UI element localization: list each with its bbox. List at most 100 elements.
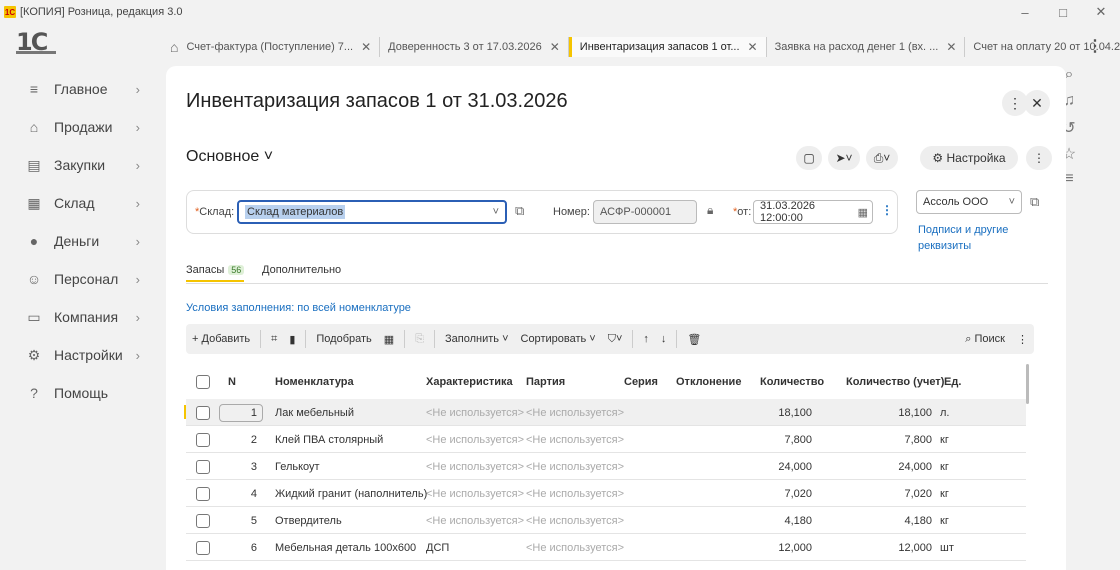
row-checkbox[interactable] <box>196 540 210 555</box>
more-icon[interactable]: ⋮ <box>881 203 893 217</box>
close-icon[interactable]: ✕ <box>748 40 758 54</box>
table-row[interactable]: 2 Клей ПВА столярный <Не используется> <… <box>186 426 1026 453</box>
table-row[interactable]: 5 Отвердитель <Не используется> <Не испо… <box>186 507 1026 534</box>
tab-expense-request[interactable]: Заявка на расход денег 1 (вх. ... ✕ <box>767 37 966 57</box>
tab-power-of-attorney[interactable]: Доверенность 3 от 17.03.2026 ✕ <box>380 37 569 57</box>
sort-button[interactable]: Сортировать ˅ <box>515 333 602 345</box>
cell-item[interactable]: Мебельная деталь 100х600 <box>275 534 416 561</box>
cell-item[interactable]: Лак мебельный <box>275 399 354 426</box>
chevron-down-icon[interactable]: ˅ <box>1009 196 1015 208</box>
close-icon[interactable]: ✕ <box>361 40 371 54</box>
cell-unit[interactable]: кг <box>940 453 949 480</box>
table-row[interactable]: 1 Лак мебельный <Не используется> <Не ис… <box>184 399 1026 426</box>
document-icon[interactable]: ▢ <box>796 146 822 170</box>
cell-qty[interactable]: 7,020 <box>746 480 812 507</box>
cell-unit[interactable]: л. <box>940 399 949 426</box>
minimize-button[interactable]: – <box>1006 0 1044 24</box>
send-icon[interactable]: ➤˅ <box>828 146 860 170</box>
row-checkbox[interactable] <box>196 405 210 420</box>
sidebar-item-personnel[interactable]: ☺ Персонал › <box>0 260 160 298</box>
col-series[interactable]: Серия <box>624 368 658 395</box>
row-number[interactable]: 6 <box>219 534 263 561</box>
barcode-icon[interactable]: ⌗ <box>265 333 283 346</box>
cell-unit[interactable]: кг <box>940 426 949 453</box>
scan-icon[interactable]: ▮ <box>283 333 301 346</box>
col-qty[interactable]: Количество <box>760 368 824 395</box>
fill-button[interactable]: Заполнить ˅ <box>439 333 515 345</box>
cell-qty-acc[interactable]: 24,000 <box>866 453 932 480</box>
tab-invoice[interactable]: Счет-фактура (Поступление) 7... ✕ <box>178 37 381 57</box>
section-title[interactable]: Основное ˅ <box>186 148 273 166</box>
row-number[interactable]: 1 <box>219 403 263 422</box>
cell-item[interactable]: Гелькоут <box>275 453 320 480</box>
pick-button[interactable]: Подобрать <box>310 333 377 345</box>
sidebar-item-help[interactable]: ? Помощь <box>0 374 160 412</box>
chevron-down-icon[interactable]: ˅ <box>493 206 499 218</box>
row-checkbox[interactable] <box>196 459 210 474</box>
row-checkbox[interactable] <box>196 513 210 528</box>
search-button[interactable]: ⌕ Поиск <box>959 333 1011 346</box>
cell-item[interactable]: Клей ПВА столярный <box>275 426 383 453</box>
cell-item[interactable]: Жидкий гранит (наполнитель) <box>275 480 427 507</box>
cell-characteristic[interactable]: <Не используется> <box>426 480 524 507</box>
col-deviation[interactable]: Отклонение <box>676 368 741 395</box>
row-checkbox[interactable] <box>196 486 210 501</box>
row-number[interactable]: 4 <box>219 480 263 507</box>
close-icon[interactable]: ✕ <box>550 40 560 54</box>
cell-qty-acc[interactable]: 12,000 <box>866 534 932 561</box>
lock-icon[interactable]: 🔒︎ <box>707 203 713 218</box>
maximize-button[interactable]: □ <box>1044 0 1082 24</box>
settings-button[interactable]: ⚙ Настройка <box>920 146 1018 170</box>
organization-field[interactable]: Ассоль ООО ˅ <box>916 190 1022 214</box>
cell-characteristic[interactable]: <Не используется> <box>426 507 524 534</box>
sidebar-item-warehouse[interactable]: ▦ Склад › <box>0 184 160 222</box>
open-icon[interactable]: ⧉ <box>515 203 524 219</box>
cell-qty-acc[interactable]: 4,180 <box>866 507 932 534</box>
sidebar-item-sales[interactable]: ⌂ Продажи › <box>0 108 160 146</box>
tab-stock[interactable]: Запасы 56 <box>186 264 245 282</box>
more-icon[interactable]: ⋮ <box>1011 333 1034 346</box>
cell-characteristic[interactable]: <Не используется> <box>426 426 524 453</box>
row-checkbox[interactable] <box>196 432 210 447</box>
row-number[interactable]: 3 <box>219 453 263 480</box>
open-icon[interactable]: ⧉ <box>1030 194 1039 210</box>
number-field[interactable]: АСФР-000001 <box>593 200 697 224</box>
more-icon[interactable]: ⋮ <box>1087 36 1103 56</box>
copy-icon[interactable]: ⎘ <box>409 333 430 346</box>
arrow-down-icon[interactable]: ↓ <box>655 333 673 345</box>
col-n[interactable]: N <box>228 368 236 395</box>
date-field[interactable]: 31.03.2026 12:00:00 ▦ <box>753 200 873 224</box>
cell-batch[interactable]: <Не используется> <box>526 453 624 480</box>
close-window-button[interactable]: ✕ <box>1082 0 1120 24</box>
sidebar-item-money[interactable]: ● Деньги › <box>0 222 160 260</box>
cell-batch[interactable]: <Не используется> <box>526 507 624 534</box>
cell-batch[interactable]: <Не используется> <box>526 480 624 507</box>
table-row[interactable]: 3 Гелькоут <Не используется> <Не использ… <box>186 453 1026 480</box>
warehouse-field[interactable]: Склад материалов ˅ <box>237 200 507 224</box>
filter-icon[interactable]: ⛉˅ <box>602 333 629 346</box>
cell-qty[interactable]: 7,800 <box>746 426 812 453</box>
cell-characteristic[interactable]: <Не используется> <box>426 399 524 426</box>
calendar-icon[interactable]: ▦ <box>858 206 868 219</box>
sidebar-item-settings[interactable]: ⚙ Настройки › <box>0 336 160 374</box>
cell-qty[interactable]: 24,000 <box>746 453 812 480</box>
cell-qty-acc[interactable]: 7,020 <box>866 480 932 507</box>
tab-additional[interactable]: Дополнительно <box>262 264 341 276</box>
add-button[interactable]: + Добавить <box>186 333 256 345</box>
sidebar-item-purchases[interactable]: ▤ Закупки › <box>0 146 160 184</box>
cell-batch[interactable]: <Не используется> <box>526 426 624 453</box>
row-number[interactable]: 5 <box>219 507 263 534</box>
col-characteristic[interactable]: Характеристика <box>426 368 513 395</box>
table-scrollbar[interactable] <box>1026 364 1029 404</box>
arrow-up-icon[interactable]: ↑ <box>637 333 655 345</box>
trash-icon[interactable]: 🗑︎ <box>681 333 707 346</box>
table-row[interactable]: 4 Жидкий гранит (наполнитель) <Не исполь… <box>186 480 1026 507</box>
col-batch[interactable]: Партия <box>526 368 565 395</box>
print-icon[interactable]: ⎙˅ <box>866 146 898 170</box>
cell-characteristic[interactable]: <Не используется> <box>426 453 524 480</box>
cell-qty-acc[interactable]: 7,800 <box>866 426 932 453</box>
more-icon[interactable]: ⋮ <box>1026 146 1052 170</box>
close-icon[interactable]: ✕ <box>946 40 956 54</box>
close-form-button[interactable]: ✕ <box>1024 90 1050 116</box>
sidebar-item-main[interactable]: ≡ Главное › <box>0 70 160 108</box>
